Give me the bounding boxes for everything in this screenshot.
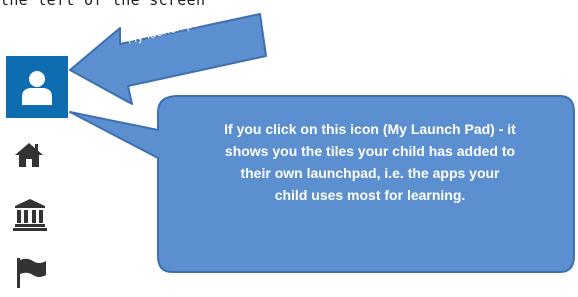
callout-text: If you click on this icon (My Launch Pad…	[152, 118, 578, 206]
home-icon	[15, 143, 43, 167]
sidebar-item-home[interactable]	[12, 138, 46, 172]
user-icon	[22, 71, 52, 105]
my-launch-pad-arrow	[69, 13, 267, 105]
institution-icon	[13, 199, 47, 231]
sidebar-item-institution[interactable]	[12, 196, 48, 232]
sidebar-item-my-launch-pad[interactable]	[6, 56, 68, 118]
flag-icon	[17, 258, 46, 288]
callout-line: shows you the tiles your child has added…	[224, 143, 516, 159]
callout-line: child uses most for learning.	[274, 187, 466, 203]
callout-line: If you click on this icon (My Launch Pad…	[224, 121, 516, 137]
sidebar-item-flag[interactable]	[14, 255, 48, 289]
callout-line: their own launchpad, i.e. the apps your	[240, 165, 500, 181]
